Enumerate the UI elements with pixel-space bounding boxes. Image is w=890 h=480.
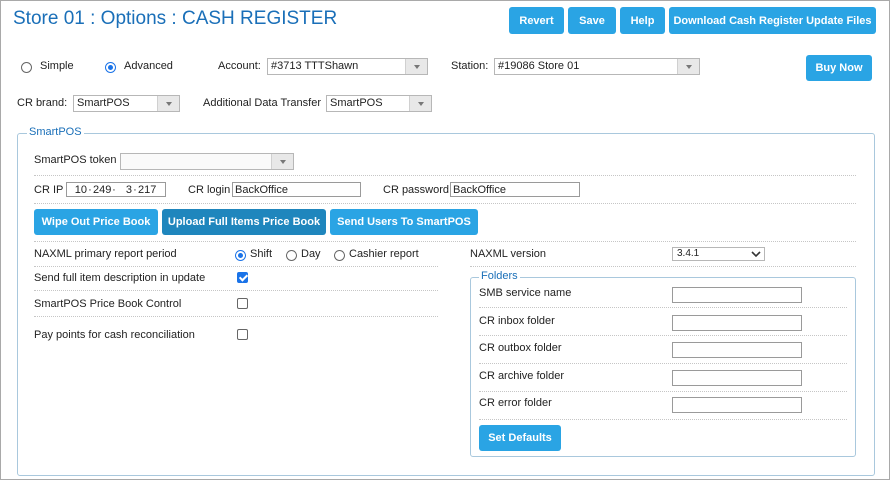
ip-octet-4: 217 — [138, 184, 157, 196]
day-label: Day — [301, 248, 321, 260]
pay-points-checkbox[interactable] — [237, 329, 248, 340]
outbox-label: CR outbox folder — [479, 342, 562, 354]
advanced-label: Advanced — [124, 60, 173, 72]
folders-legend: Folders — [479, 270, 520, 282]
divider — [34, 175, 856, 176]
cashier-report-radio[interactable] — [334, 250, 345, 261]
cr-brand-label: CR brand: — [17, 97, 68, 109]
download-update-files-button[interactable]: Download Cash Register Update Files — [669, 7, 876, 34]
help-button[interactable]: Help — [620, 7, 665, 34]
token-select[interactable] — [120, 153, 294, 170]
send-full-desc-checkbox[interactable] — [237, 272, 248, 283]
smb-input[interactable] — [672, 287, 802, 303]
cr-password-label: CR password — [383, 184, 450, 196]
account-value: #3713 TTTShawn — [271, 60, 359, 72]
day-radio[interactable] — [286, 250, 297, 261]
ip-octet-3: 3 — [125, 184, 132, 196]
divider — [34, 266, 438, 267]
account-select[interactable]: #3713 TTTShawn — [267, 58, 428, 75]
price-book-control-label: SmartPOS Price Book Control — [34, 298, 182, 310]
chevron-down-icon — [751, 251, 761, 258]
error-label: CR error folder — [479, 397, 552, 409]
naxml-version-label: NAXML version — [470, 248, 547, 260]
cashier-report-label: Cashier report — [349, 248, 419, 260]
cr-login-input[interactable]: BackOffice — [232, 182, 361, 197]
cr-brand-value: SmartPOS — [77, 97, 130, 109]
simple-label: Simple — [40, 60, 74, 72]
cr-ip-label: CR IP — [34, 184, 64, 196]
cr-login-label: CR login — [188, 184, 231, 196]
account-label: Account: — [218, 60, 261, 72]
advanced-radio[interactable] — [105, 62, 116, 73]
pay-points-label: Pay points for cash reconciliation — [34, 329, 195, 341]
station-value: #19086 Store 01 — [498, 60, 580, 72]
divider — [34, 316, 438, 317]
price-book-control-checkbox[interactable] — [237, 298, 248, 309]
divider — [34, 290, 438, 291]
ip-octet-2: 249 — [93, 184, 112, 196]
divider — [34, 203, 856, 204]
chevron-down-icon — [271, 154, 293, 169]
divider — [479, 363, 847, 364]
error-input[interactable] — [672, 397, 802, 413]
send-full-desc-label: Send full item description in update — [34, 272, 206, 284]
station-label: Station: — [451, 60, 489, 72]
divider — [479, 419, 847, 420]
divider — [479, 307, 847, 308]
divider — [34, 241, 856, 242]
upload-price-book-button[interactable]: Upload Full Items Price Book — [162, 209, 326, 235]
divider — [470, 266, 856, 267]
naxml-version-select[interactable]: 3.4.1 — [672, 247, 765, 261]
additional-transfer-value: SmartPOS — [330, 97, 383, 109]
station-select[interactable]: #19086 Store 01 — [494, 58, 700, 75]
report-period-label: NAXML primary report period — [34, 248, 177, 260]
cr-password-input[interactable]: BackOffice — [450, 182, 580, 197]
inbox-input[interactable] — [672, 315, 802, 331]
chevron-down-icon — [409, 96, 431, 111]
divider — [479, 335, 847, 336]
chevron-down-icon — [677, 59, 699, 74]
naxml-version-value: 3.4.1 — [677, 248, 700, 259]
set-defaults-button[interactable]: Set Defaults — [479, 425, 561, 451]
smartpos-legend: SmartPOS — [27, 126, 84, 138]
additional-transfer-label: Additional Data Transfer — [203, 97, 322, 109]
wipe-price-book-button[interactable]: Wipe Out Price Book — [34, 209, 158, 235]
archive-label: CR archive folder — [479, 370, 564, 382]
cr-brand-select[interactable]: SmartPOS — [73, 95, 180, 112]
inbox-label: CR inbox folder — [479, 315, 555, 327]
ip-octet-1: 10 — [74, 184, 87, 196]
chevron-down-icon — [405, 59, 427, 74]
additional-transfer-select[interactable]: SmartPOS — [326, 95, 432, 112]
simple-radio[interactable] — [21, 62, 32, 73]
divider — [479, 391, 847, 392]
chevron-down-icon — [157, 96, 179, 111]
token-label: SmartPOS token — [34, 154, 117, 166]
save-button[interactable]: Save — [568, 7, 616, 34]
send-users-button[interactable]: Send Users To SmartPOS — [330, 209, 478, 235]
buy-now-button[interactable]: Buy Now — [806, 55, 872, 81]
shift-label: Shift — [250, 248, 273, 260]
page-title: Store 01 : Options : CASH REGISTER — [13, 8, 338, 29]
cr-ip-input[interactable]: 10·249· 3·217 — [66, 182, 166, 197]
revert-button[interactable]: Revert — [509, 7, 564, 34]
shift-radio[interactable] — [235, 250, 246, 261]
smb-label: SMB service name — [479, 287, 572, 299]
outbox-input[interactable] — [672, 342, 802, 358]
options-window: Store 01 : Options : CASH REGISTER Rever… — [0, 0, 890, 480]
archive-input[interactable] — [672, 370, 802, 386]
